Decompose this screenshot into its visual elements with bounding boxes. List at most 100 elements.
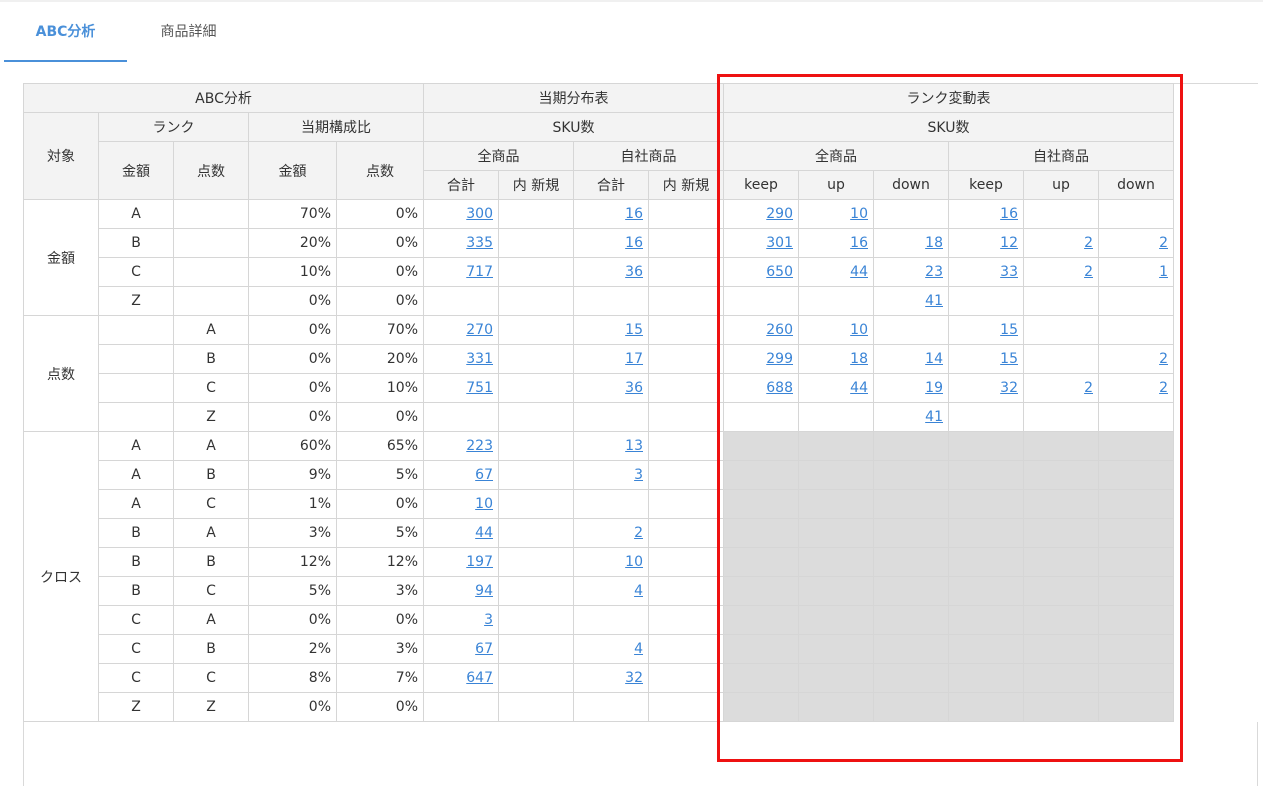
- sku-count-link[interactable]: 299: [766, 351, 793, 367]
- sku-count-link[interactable]: 32: [1000, 380, 1018, 396]
- table-cell: [648, 286, 724, 316]
- table-row: Z 0% 0% 41: [24, 286, 1259, 316]
- table-cell: B: [98, 547, 174, 577]
- sku-count-cell: 94: [423, 576, 499, 606]
- sku-count-link[interactable]: 751: [466, 380, 493, 396]
- sku-count-cell: 41: [873, 286, 949, 316]
- sku-count-link[interactable]: 2: [1159, 351, 1168, 367]
- sku-count-link[interactable]: 2: [1159, 235, 1168, 251]
- sku-count-link[interactable]: 10: [850, 206, 868, 222]
- sku-count-cell: 2: [1098, 228, 1174, 258]
- sku-count-link[interactable]: 290: [766, 206, 793, 222]
- sku-count-link[interactable]: 16: [850, 235, 868, 251]
- disabled-cell: [723, 547, 799, 577]
- sku-count-link[interactable]: 1: [1159, 264, 1168, 280]
- sku-count-link[interactable]: 41: [925, 293, 943, 309]
- table-cell: [873, 199, 949, 229]
- sku-count-link[interactable]: 647: [466, 670, 493, 686]
- sku-count-link[interactable]: 335: [466, 235, 493, 251]
- sku-count-link[interactable]: 23: [925, 264, 943, 280]
- sku-count-link[interactable]: 2: [1084, 264, 1093, 280]
- sku-count-cell: 2: [573, 518, 649, 548]
- sku-count-cell: 3: [423, 605, 499, 635]
- disabled-cell: [798, 576, 874, 606]
- row-filler: [1173, 402, 1259, 432]
- sku-count-link[interactable]: 15: [1000, 351, 1018, 367]
- table-cell: A: [173, 431, 249, 461]
- header-ratio-amount: 金額: [248, 141, 337, 200]
- sku-count-link[interactable]: 18: [925, 235, 943, 251]
- disabled-cell: [798, 605, 874, 635]
- sku-count-link[interactable]: 2: [1084, 235, 1093, 251]
- sku-count-link[interactable]: 17: [625, 351, 643, 367]
- disabled-cell: [798, 692, 874, 722]
- sku-count-cell: 335: [423, 228, 499, 258]
- sku-count-link[interactable]: 4: [634, 641, 643, 657]
- sku-count-link[interactable]: 2: [634, 525, 643, 541]
- sku-count-link[interactable]: 13: [625, 438, 643, 454]
- table-row: Z 0% 0% 41: [24, 402, 1259, 432]
- sku-count-cell: 10: [798, 315, 874, 345]
- sku-count-link[interactable]: 2: [1084, 380, 1093, 396]
- table-cell: [723, 286, 799, 316]
- sku-count-link[interactable]: 717: [466, 264, 493, 280]
- sku-count-link[interactable]: 36: [625, 264, 643, 280]
- sku-count-link[interactable]: 33: [1000, 264, 1018, 280]
- sku-count-link[interactable]: 270: [466, 322, 493, 338]
- sku-count-link[interactable]: 19: [925, 380, 943, 396]
- table-cell: [498, 199, 574, 229]
- sku-count-link[interactable]: 301: [766, 235, 793, 251]
- sku-count-link[interactable]: 32: [625, 670, 643, 686]
- sku-count-link[interactable]: 14: [925, 351, 943, 367]
- table-cell: [498, 257, 574, 287]
- sku-count-link[interactable]: 223: [466, 438, 493, 454]
- sku-count-link[interactable]: 331: [466, 351, 493, 367]
- header-sku-count-change: SKU数: [723, 112, 1174, 142]
- sku-count-link[interactable]: 4: [634, 583, 643, 599]
- sku-count-link[interactable]: 3: [484, 612, 493, 628]
- sku-count-cell: 14: [873, 344, 949, 374]
- sku-count-link[interactable]: 16: [625, 206, 643, 222]
- sku-count-link[interactable]: 10: [475, 496, 493, 512]
- sku-count-link[interactable]: 44: [475, 525, 493, 541]
- sku-count-link[interactable]: 67: [475, 467, 493, 483]
- sku-count-link[interactable]: 16: [625, 235, 643, 251]
- sku-count-link[interactable]: 67: [475, 641, 493, 657]
- disabled-cell: [798, 663, 874, 693]
- sku-count-link[interactable]: 197: [466, 554, 493, 570]
- sku-count-link[interactable]: 44: [850, 264, 868, 280]
- sku-count-link[interactable]: 15: [625, 322, 643, 338]
- table-cell: [573, 605, 649, 635]
- sku-count-link[interactable]: 2: [1159, 380, 1168, 396]
- sku-count-link[interactable]: 94: [475, 583, 493, 599]
- table-cell: [98, 315, 174, 345]
- tab-product-detail[interactable]: 商品詳細: [127, 2, 250, 62]
- table-cell: [948, 286, 1024, 316]
- sku-count-link[interactable]: 300: [466, 206, 493, 222]
- sku-count-link[interactable]: 41: [925, 409, 943, 425]
- sku-count-link[interactable]: 18: [850, 351, 868, 367]
- sku-count-link[interactable]: 15: [1000, 322, 1018, 338]
- sku-count-link[interactable]: 16: [1000, 206, 1018, 222]
- sku-count-link[interactable]: 688: [766, 380, 793, 396]
- sku-count-link[interactable]: 650: [766, 264, 793, 280]
- sku-count-link[interactable]: 3: [634, 467, 643, 483]
- sku-count-link[interactable]: 36: [625, 380, 643, 396]
- sku-count-cell: 300: [423, 199, 499, 229]
- row-filler: [1173, 199, 1259, 229]
- sku-count-cell: 301: [723, 228, 799, 258]
- table-cell: [498, 518, 574, 548]
- table-cell: [98, 373, 174, 403]
- sku-count-cell: 331: [423, 344, 499, 374]
- sku-count-link[interactable]: 12: [1000, 235, 1018, 251]
- sku-count-link[interactable]: 260: [766, 322, 793, 338]
- sku-count-link[interactable]: 10: [850, 322, 868, 338]
- table-cell: 2%: [248, 634, 337, 664]
- sku-count-link[interactable]: 10: [625, 554, 643, 570]
- table-cell: [498, 344, 574, 374]
- disabled-cell: [873, 663, 949, 693]
- table-cell: A: [98, 489, 174, 519]
- disabled-cell: [948, 518, 1024, 548]
- tab-abc-analysis[interactable]: ABC分析: [4, 2, 127, 62]
- sku-count-link[interactable]: 44: [850, 380, 868, 396]
